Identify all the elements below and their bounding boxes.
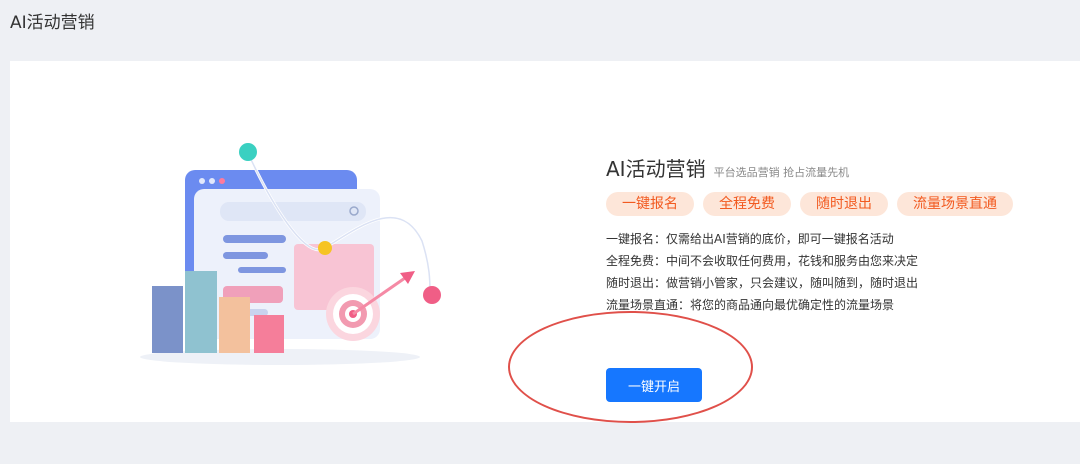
pink-dot (423, 286, 441, 304)
tag: 全程免费 (703, 192, 791, 216)
tag: 流量场景直通 (897, 192, 1013, 216)
feature-list: 一键报名：仅需给出AI营销的底价，即可一键报名活动 全程免费：中间不会收取任何费… (606, 228, 1013, 316)
feature-item: 流量场景直通：将您的商品通向最优确定性的流量场景 (606, 298, 895, 312)
teal-dot (239, 143, 257, 161)
bar-3 (219, 297, 250, 353)
tag: 一键报名 (606, 192, 694, 216)
intro-heading: AI活动营销 (606, 157, 706, 181)
feature-item: 全程免费：中间不会收取任何费用，花钱和服务由您来决定 (606, 254, 919, 268)
bar-1 (152, 286, 183, 353)
marketing-illustration (140, 143, 441, 365)
feature-item: 一键报名：仅需给出AI营销的底价，即可一键报名活动 (606, 232, 894, 246)
intro-info: AI活动营销 平台选品营销 抢占流量先机 一键报名 全程免费 随时退出 流量场景… (606, 153, 1013, 316)
intro-subheading: 平台选品营销 抢占流量先机 (713, 166, 850, 179)
heading-row: AI活动营销 平台选品营销 抢占流量先机 (606, 153, 1013, 182)
bar-4 (254, 315, 284, 353)
start-button[interactable]: 一键开启 (606, 368, 702, 402)
page-title: AI活动营销 (10, 13, 95, 33)
intro-card: AI活动营销 平台选品营销 抢占流量先机 一键报名 全程免费 随时退出 流量场景… (10, 61, 1080, 422)
bar-2 (185, 271, 217, 353)
search-bar (220, 202, 366, 221)
tag-list: 一键报名 全程免费 随时退出 流量场景直通 (606, 192, 1013, 216)
yellow-dot (318, 241, 332, 255)
tag: 随时退出 (800, 192, 888, 216)
feature-item: 随时退出：做营销小管家，只会建议，随叫随到，随时退出 (606, 276, 919, 290)
